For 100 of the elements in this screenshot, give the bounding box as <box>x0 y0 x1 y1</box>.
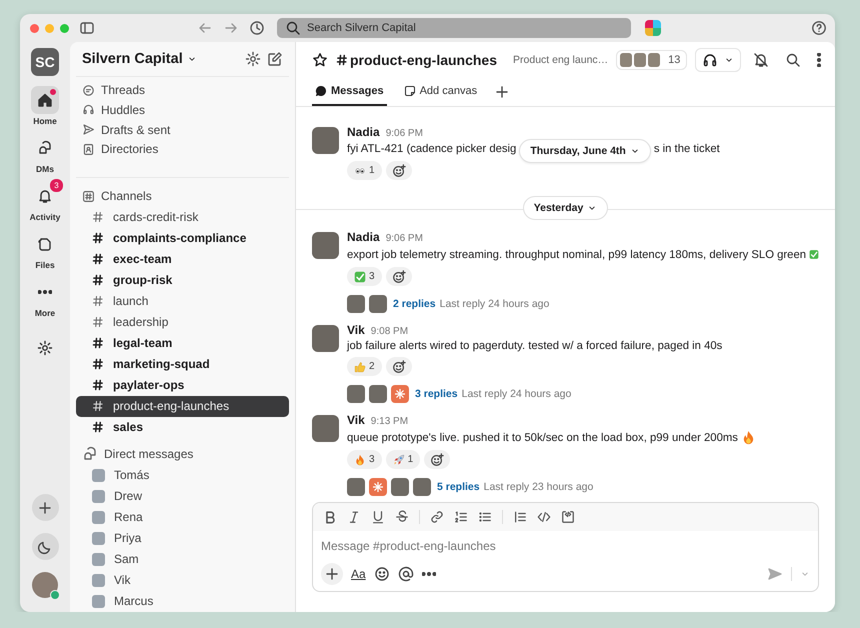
dm-item[interactable]: Priya <box>76 528 289 549</box>
hash-icon <box>92 232 104 244</box>
channel-item[interactable]: group-risk <box>76 270 289 291</box>
help-icon <box>811 20 827 36</box>
reaction-chip[interactable]: 2 <box>347 357 382 376</box>
hash-icon <box>92 253 104 266</box>
channel-item[interactable]: paylater-ops <box>76 374 289 396</box>
bell-off-icon <box>753 52 770 68</box>
members-button[interactable]: 13 <box>616 50 688 70</box>
tab[interactable]: Add canvas <box>400 78 480 106</box>
plus-icon <box>324 566 340 582</box>
channel-topic: Product eng launc… <box>513 54 608 66</box>
channel-item[interactable]: complaints-compliance <box>76 228 289 249</box>
message-text: fyi ATL-421 (cadence picker desig <box>347 143 516 155</box>
author-name[interactable]: Vik <box>347 413 365 427</box>
star-icon <box>312 52 328 68</box>
channel-title[interactable]: product-eng-launches <box>336 52 498 68</box>
hash-icon <box>92 379 104 392</box>
timestamp[interactable]: 9:08 PM <box>370 326 408 337</box>
channel-item[interactable]: marketing-squad <box>76 354 289 375</box>
settings-icon <box>245 50 261 67</box>
avatar-placeholder <box>92 532 105 545</box>
add-reaction-button[interactable] <box>386 267 412 286</box>
date-jump-button[interactable]: Thursday, June 4th <box>519 139 651 163</box>
avatar-placeholder <box>92 468 105 482</box>
format-button[interactable]: Aa <box>351 567 366 581</box>
timestamp[interactable]: 9:13 PM <box>370 416 408 427</box>
nav-item[interactable]: Drafts & sent <box>76 120 289 140</box>
date-jump-button[interactable]: Yesterday <box>522 196 608 220</box>
timestamp[interactable]: 9:06 PM <box>386 233 423 244</box>
channel-item[interactable]: sales <box>76 416 289 438</box>
plus-icon <box>494 84 510 100</box>
nav-item[interactable]: Directories <box>76 139 289 159</box>
check-mark-icon <box>354 270 366 282</box>
attach-button[interactable] <box>321 563 343 585</box>
hash-icon <box>92 211 104 224</box>
reaction-chip[interactable]: 1 <box>386 450 420 469</box>
tab[interactable]: Messages <box>312 78 387 106</box>
nav-item[interactable]: Threads <box>76 80 289 100</box>
channel-item[interactable]: product-eng-launches <box>76 396 289 417</box>
avatar-placeholder <box>347 385 365 403</box>
replies-link[interactable]: 5 replies <box>437 481 480 493</box>
hash-icon <box>92 295 104 308</box>
channel-item[interactable]: exec-team <box>76 248 289 270</box>
last-reply-text: Last reply 24 hours ago <box>440 298 550 310</box>
dm-item[interactable]: Sam <box>76 548 289 570</box>
replies-link[interactable]: 3 replies <box>415 388 458 400</box>
message-composer[interactable]: Message #product-eng-launches Aa <box>312 502 819 592</box>
reaction-chip[interactable]: 3 <box>347 450 382 469</box>
timestamp[interactable]: 9:06 PM <box>386 128 423 139</box>
channel-item[interactable]: leadership <box>76 312 289 333</box>
headphones-icon <box>82 103 95 116</box>
section-header[interactable]: Direct messages <box>76 444 289 465</box>
huddle-button[interactable] <box>695 48 742 72</box>
workspace-name[interactable]: Silvern Capital <box>82 50 239 67</box>
avatar-placeholder <box>92 574 105 587</box>
dm-item[interactable]: Drew <box>76 486 289 507</box>
dm-item[interactable]: Tomás <box>76 464 289 486</box>
channel-item[interactable]: legal-team <box>76 332 289 354</box>
add-reaction-button[interactable] <box>424 450 450 469</box>
add-reaction-button[interactable] <box>386 161 412 180</box>
mention-icon <box>398 566 414 582</box>
add-reaction-button[interactable] <box>386 357 412 376</box>
chat-icon <box>37 140 53 156</box>
channel-item[interactable]: cards-credit-risk <box>76 206 289 228</box>
channel-item[interactable]: launch <box>76 290 289 312</box>
theme-button[interactable] <box>32 533 58 560</box>
rail-item[interactable]: More <box>31 278 59 318</box>
avatar-placeholder <box>347 478 365 496</box>
add-button[interactable] <box>32 494 58 521</box>
dm-item[interactable]: Marcus <box>76 590 289 612</box>
threads-icon <box>82 84 95 97</box>
rail-item[interactable]: Files <box>31 230 59 270</box>
nav-item[interactable]: Huddles <box>76 100 289 120</box>
author-name[interactable]: Nadia <box>347 230 380 244</box>
more-icon <box>38 290 52 294</box>
workspace-icon[interactable]: SC <box>31 48 59 76</box>
avatar-placeholder <box>92 490 105 503</box>
author-name[interactable]: Vik <box>347 323 365 337</box>
headphones-icon <box>702 52 718 68</box>
user-avatar[interactable] <box>32 572 58 598</box>
avatar-placeholder <box>413 478 431 496</box>
replies-link[interactable]: 2 replies <box>393 298 436 310</box>
section-header[interactable]: Channels <box>76 186 289 207</box>
reaction-chip[interactable]: 1 <box>347 161 382 180</box>
check-mark-icon <box>809 247 819 262</box>
reaction-chip[interactable]: 3 <box>347 267 382 286</box>
avatar-placeholder <box>312 127 339 154</box>
status-dot <box>50 590 60 600</box>
files-icon <box>37 236 53 252</box>
search-field[interactable]: Search Silvern Capital <box>277 18 631 38</box>
rail-item[interactable]: DMs <box>31 134 59 174</box>
dm-item[interactable]: Rena <box>76 506 289 528</box>
sunburst-avatar <box>391 385 409 403</box>
link-icon <box>430 510 444 524</box>
strikethrough-icon <box>395 510 409 524</box>
chat-bubble-icon <box>315 85 327 97</box>
close-button[interactable] <box>30 24 39 32</box>
dm-item[interactable]: Vik <box>76 570 289 591</box>
author-name[interactable]: Nadia <box>347 125 380 139</box>
